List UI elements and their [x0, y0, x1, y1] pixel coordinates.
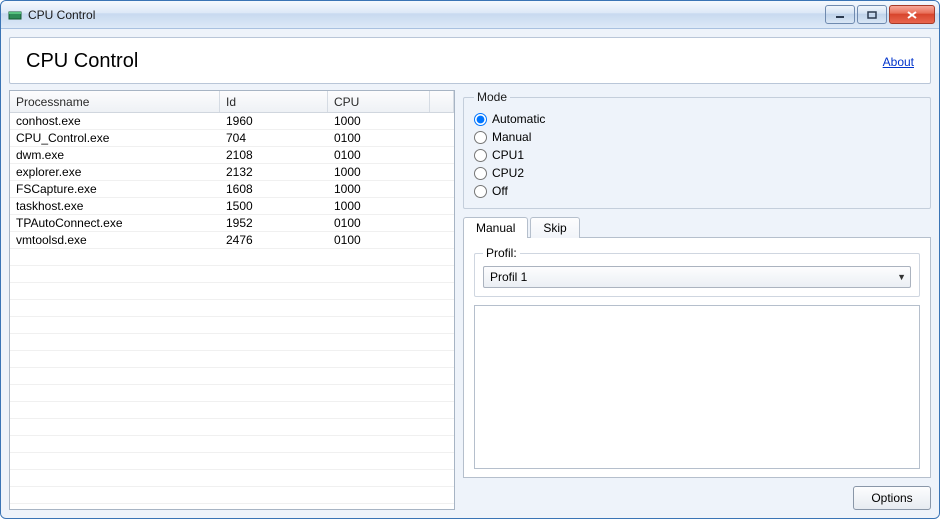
profil-listbox[interactable]	[474, 305, 920, 469]
mode-automatic-radio[interactable]	[474, 113, 487, 126]
cell-cpu: 0100	[328, 148, 430, 162]
mode-automatic[interactable]: Automatic	[474, 110, 920, 128]
mode-cpu1-label: CPU1	[492, 148, 524, 162]
table-row	[10, 436, 454, 453]
cell-id: 1952	[220, 216, 328, 230]
cell-id: 1608	[220, 182, 328, 196]
process-table[interactable]: Processname Id CPU conhost.exe19601000CP…	[9, 90, 455, 510]
page-title: CPU Control	[26, 50, 138, 73]
tab-body-manual: Profil: Profil 1 ▼	[463, 237, 931, 478]
cell-cpu: 1000	[328, 114, 430, 128]
mode-off-radio[interactable]	[474, 185, 487, 198]
minimize-button[interactable]	[825, 5, 855, 24]
cell-id: 2476	[220, 233, 328, 247]
cell-processname: dwm.exe	[10, 148, 220, 162]
table-row	[10, 300, 454, 317]
table-row	[10, 317, 454, 334]
profil-selected: Profil 1	[490, 270, 527, 284]
profil-combobox[interactable]: Profil 1 ▼	[483, 266, 911, 288]
tab-skip[interactable]: Skip	[530, 217, 579, 238]
cell-processname: TPAutoConnect.exe	[10, 216, 220, 230]
table-header: Processname Id CPU	[10, 91, 454, 113]
mode-cpu1[interactable]: CPU1	[474, 146, 920, 164]
cell-id: 2108	[220, 148, 328, 162]
window-controls	[823, 5, 935, 24]
chevron-down-icon: ▼	[897, 272, 906, 282]
cell-processname: CPU_Control.exe	[10, 131, 220, 145]
table-row	[10, 351, 454, 368]
mode-group: Mode Automatic Manual CPU1	[463, 90, 931, 209]
options-button-label: Options	[871, 491, 912, 505]
table-row[interactable]: FSCapture.exe16081000	[10, 181, 454, 198]
table-row[interactable]: TPAutoConnect.exe19520100	[10, 215, 454, 232]
tabstrip: Manual Skip	[463, 215, 931, 237]
table-row	[10, 453, 454, 470]
mode-off[interactable]: Off	[474, 182, 920, 200]
mode-cpu2-label: CPU2	[492, 166, 524, 180]
table-row	[10, 249, 454, 266]
table-row	[10, 470, 454, 487]
table-row[interactable]: explorer.exe21321000	[10, 164, 454, 181]
table-body: conhost.exe19601000CPU_Control.exe704010…	[10, 113, 454, 509]
main-area: Processname Id CPU conhost.exe19601000CP…	[9, 90, 931, 510]
cell-processname: conhost.exe	[10, 114, 220, 128]
col-cpu[interactable]: CPU	[328, 91, 430, 112]
mode-off-label: Off	[492, 184, 508, 198]
about-link[interactable]: About	[883, 55, 914, 69]
cell-cpu: 0100	[328, 233, 430, 247]
profil-legend: Profil:	[483, 246, 520, 260]
app-icon	[7, 7, 23, 23]
mode-manual-label: Manual	[492, 130, 531, 144]
table-row	[10, 419, 454, 436]
tab-control: Manual Skip Profil: Profil 1 ▼	[463, 215, 931, 478]
options-button[interactable]: Options	[853, 486, 931, 510]
table-row[interactable]: dwm.exe21080100	[10, 147, 454, 164]
table-row[interactable]: taskhost.exe15001000	[10, 198, 454, 215]
table-row[interactable]: CPU_Control.exe7040100	[10, 130, 454, 147]
close-button[interactable]	[889, 5, 935, 24]
cell-processname: taskhost.exe	[10, 199, 220, 213]
table-row	[10, 402, 454, 419]
bottom-bar: Options	[463, 478, 931, 510]
table-row	[10, 487, 454, 504]
cell-id: 1500	[220, 199, 328, 213]
mode-cpu2[interactable]: CPU2	[474, 164, 920, 182]
cell-cpu: 0100	[328, 131, 430, 145]
maximize-button[interactable]	[857, 5, 887, 24]
header-panel: CPU Control About	[9, 37, 931, 84]
titlebar: CPU Control	[1, 1, 939, 29]
cell-cpu: 1000	[328, 182, 430, 196]
table-row[interactable]: vmtoolsd.exe24760100	[10, 232, 454, 249]
cell-id: 2132	[220, 165, 328, 179]
cell-id: 1960	[220, 114, 328, 128]
table-row	[10, 385, 454, 402]
mode-legend: Mode	[474, 90, 510, 104]
mode-manual-radio[interactable]	[474, 131, 487, 144]
mode-cpu1-radio[interactable]	[474, 149, 487, 162]
col-padding	[430, 91, 454, 112]
client-area: CPU Control About Processname Id CPU con…	[1, 29, 939, 518]
mode-cpu2-radio[interactable]	[474, 167, 487, 180]
cell-processname: explorer.exe	[10, 165, 220, 179]
mode-manual[interactable]: Manual	[474, 128, 920, 146]
app-window: CPU Control CPU Control About Processnam…	[0, 0, 940, 519]
cell-processname: FSCapture.exe	[10, 182, 220, 196]
col-processname[interactable]: Processname	[10, 91, 220, 112]
col-id[interactable]: Id	[220, 91, 328, 112]
table-row	[10, 283, 454, 300]
profil-group: Profil: Profil 1 ▼	[474, 246, 920, 297]
window-title: CPU Control	[28, 8, 823, 22]
cell-cpu: 1000	[328, 199, 430, 213]
cell-processname: vmtoolsd.exe	[10, 233, 220, 247]
table-row	[10, 266, 454, 283]
table-row	[10, 368, 454, 385]
right-pane: Mode Automatic Manual CPU1	[463, 90, 931, 510]
table-row	[10, 334, 454, 351]
tab-manual[interactable]: Manual	[463, 217, 528, 238]
cell-id: 704	[220, 131, 328, 145]
table-row[interactable]: conhost.exe19601000	[10, 113, 454, 130]
cell-cpu: 1000	[328, 165, 430, 179]
cell-cpu: 0100	[328, 216, 430, 230]
mode-automatic-label: Automatic	[492, 112, 545, 126]
